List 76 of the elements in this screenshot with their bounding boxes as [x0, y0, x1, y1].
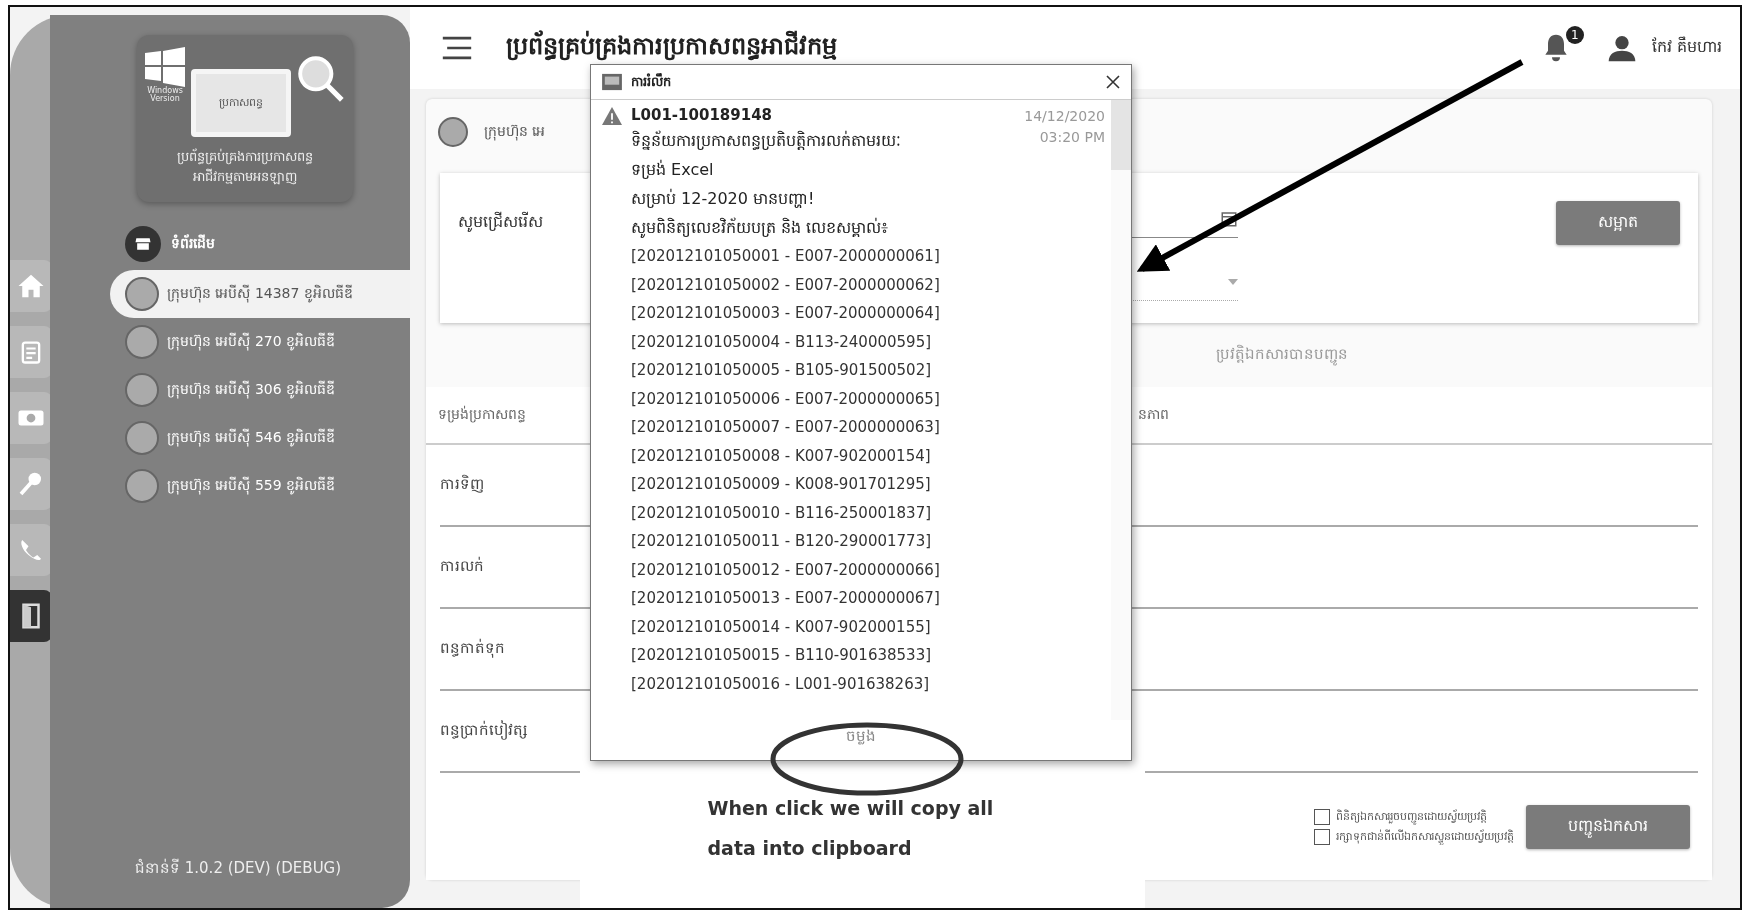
- dialog-title: ការរំលឹក: [631, 72, 671, 91]
- table-cell: ពន្ធកាត់ទុក: [440, 638, 505, 660]
- checkbox-label: រក្សាទុកជាន់ពីលើឯកសារស្ទួនដោយស្វ័យប្រវត្តិ: [1336, 828, 1514, 845]
- company-item[interactable]: ក្រុមហ៊ុន អេបីស៊ី 306 ខូអិលធីឌី: [110, 366, 410, 414]
- scrollbar[interactable]: [1111, 100, 1131, 720]
- invoice-entry: [202012101050016 - L001-901638263]: [630, 673, 931, 695]
- history-tab[interactable]: ប្រវត្តិឯកសារបានបញ្ជូន: [1216, 344, 1348, 366]
- submit-button[interactable]: បញ្ជូនឯកសារ: [1526, 804, 1690, 849]
- message-title: L001-100189148: [631, 106, 773, 124]
- invoice-entry: [202012101050013 - E007-2000000067]: [630, 588, 941, 609]
- checkbox[interactable]: [1314, 828, 1330, 845]
- invoice-entry: [202012101050012 - E007-2000000066]: [630, 559, 941, 581]
- company-item[interactable]: ក្រុមហ៊ុន អេបីស៊ី 559 ខូអិលធីឌី: [110, 462, 410, 510]
- company-item[interactable]: ក្រុមហ៊ុន អេបីស៊ី 14387 ខូអិលធីឌី: [110, 270, 410, 318]
- menu-icon[interactable]: [440, 36, 474, 60]
- invoice-entry: [202012101050001 - E007-2000000061]: [630, 246, 941, 267]
- windows-logo-icon: [145, 47, 185, 87]
- home-link[interactable]: ទំព័រដើម: [171, 233, 215, 255]
- warning-icon: [601, 106, 623, 126]
- invoice-entry: [202012101050005 - B105-901500502]: [630, 360, 933, 381]
- message-line: ទម្រង់ Excel: [630, 158, 715, 181]
- invoice-entry: [202012101050006 - E007-2000000065]: [630, 388, 941, 410]
- message-line: សម្រាប់ 12-2020 មានបញ្ហា!: [630, 187, 816, 210]
- store-icon: [125, 226, 161, 262]
- table-cell: ពន្ធប្រាក់បៀវត្ស: [440, 720, 527, 742]
- close-icon[interactable]: [1105, 74, 1121, 90]
- company-item[interactable]: ក្រុមហ៊ុន អេបីស៊ី 270 ខូអិលធីឌី: [110, 318, 410, 366]
- company-logo-icon: [125, 469, 159, 503]
- table-cell-text: ការលក់: [440, 556, 484, 577]
- company-name: ក្រុមហ៊ុន អេ: [484, 121, 546, 143]
- money-icon[interactable]: [10, 392, 52, 444]
- mail-icon: [601, 73, 623, 91]
- checkbox-label: ពិនិត្យឯកសាររួចបញ្ជូនដោយស្វ័យប្រវត្តិ: [1336, 808, 1487, 825]
- annotation-caption: When click we will copy all data into clipboard: [707, 796, 995, 861]
- app-title: ប្រព័ន្ធគ្រប់គ្រងការប្រកាសពន្ធអាជីវកម្ម: [506, 30, 837, 63]
- clear-button[interactable]: សម្អាត: [1556, 201, 1680, 245]
- windows-label: Windows Version: [146, 87, 184, 103]
- invoice-entry: [202012101050015 - B110-901638533]: [630, 645, 933, 666]
- message-line: ទិន្នន័យការប្រកាសពន្ធប្រតិបត្តិការលក់តាមរយៈ: [630, 129, 902, 152]
- door-icon[interactable]: [10, 590, 52, 642]
- table-cell-text: ការទិញ: [440, 474, 484, 495]
- invoice-entry: [202012101050010 - B116-250001837]: [630, 502, 933, 524]
- message-line: សូមពិនិត្យលេខវិក័យបត្រ និង លេខសម្គាល់៖: [630, 216, 890, 240]
- company-item[interactable]: ក្រុមហ៊ុន អេបីស៊ី 546 ខូអិលធីឌី: [110, 414, 410, 462]
- phone-icon[interactable]: [10, 524, 52, 576]
- message-date: 14/12/2020: [1024, 107, 1105, 126]
- version-text: ជំនាន់ទី 1.0.2 (DEV) (DEBUG): [134, 858, 343, 879]
- copy-button[interactable]: ចម្លង: [832, 720, 890, 760]
- invoice-entry: [202012101050002 - E007-2000000062]: [630, 274, 941, 296]
- notification-badge: 1: [1565, 26, 1584, 44]
- column-header: ទម្រង់ប្រកាសពន្ធ: [437, 404, 527, 425]
- company-logo-icon: [125, 277, 159, 311]
- invoice-entry: [202012101050014 - K007-902000155]: [630, 616, 932, 638]
- invoice-entry: [202012101050011 - B120-290001773]: [630, 531, 933, 552]
- company-logo-icon: [125, 373, 159, 407]
- invoice-entry: [202012101050003 - E007-2000000064]: [630, 303, 941, 324]
- message-time: 03:20 PM: [1039, 128, 1105, 147]
- invoice-entry: [202012101050004 - B113-240000595]: [630, 331, 933, 353]
- logo-caption: អាជីវកម្មតាមអនឡាញ: [193, 167, 297, 186]
- invoice-entry: [202012101050009 - K008-901701295]: [630, 474, 932, 495]
- key-icon[interactable]: [10, 458, 52, 510]
- calendar-icon[interactable]: [1220, 210, 1238, 228]
- company-logo-icon: [125, 325, 159, 359]
- checkbox[interactable]: [1314, 808, 1330, 825]
- home-icon[interactable]: [10, 260, 52, 312]
- monitor-text: ប្រកាសពន្ធ: [219, 95, 263, 111]
- company-logo-icon: [125, 421, 159, 455]
- clipboard-icon[interactable]: [10, 326, 52, 378]
- caret-icon: [1228, 279, 1238, 285]
- user-name[interactable]: កែវ គឹមហារ: [1651, 36, 1722, 60]
- company-logo-icon: [438, 117, 468, 147]
- select-label: សូមជ្រើសរើស: [458, 210, 544, 234]
- invoice-entry: [202012101050007 - E007-2000000063]: [630, 417, 941, 438]
- invoice-entry: [202012101050008 - K007-902000154]: [630, 445, 932, 467]
- logo-caption: ប្រព័ន្ធគ្រប់គ្រងការប្រកាសពន្ធ: [177, 147, 313, 167]
- column-header: នភាព: [1138, 404, 1169, 424]
